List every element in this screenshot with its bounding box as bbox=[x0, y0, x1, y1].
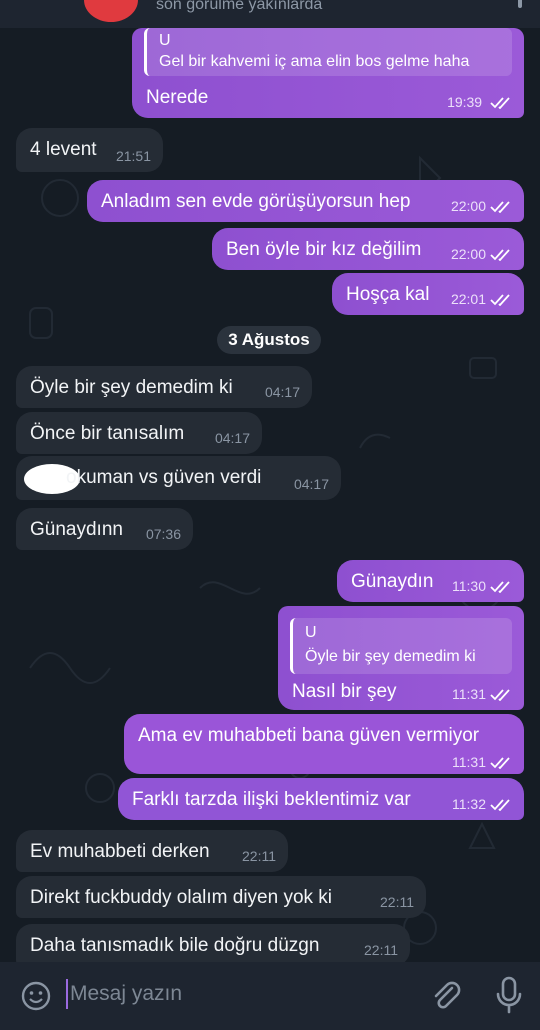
message-meta: 11:32 bbox=[452, 796, 512, 812]
message-time: 04:17 bbox=[214, 430, 250, 446]
message-list[interactable]: U Gel bir kahvemi iç ama elin bos gelme … bbox=[0, 28, 540, 962]
message-text: Direkt fuckbuddy olalım diyen yok ki bbox=[30, 887, 333, 908]
message-meta: 22:00 bbox=[451, 246, 512, 262]
message-text: Önce bir tanısalım bbox=[30, 423, 185, 444]
message-time: 22:11 bbox=[380, 894, 414, 910]
double-check-icon bbox=[490, 97, 510, 110]
double-check-icon bbox=[490, 201, 510, 214]
message-text: Günaydın bbox=[351, 571, 434, 592]
message-bubble[interactable]: 4 levent 21:51 bbox=[16, 128, 163, 172]
message-meta: 22:00 bbox=[451, 198, 512, 214]
last-seen-status: son görülme yakınlarda bbox=[156, 0, 323, 13]
message-time: 22:11 bbox=[242, 848, 276, 864]
message-time: 07:36 bbox=[145, 526, 181, 542]
message-text: Daha tanısmadık bile doğru düzgn bbox=[30, 935, 320, 956]
message-text: Nasıl bir şey bbox=[292, 681, 397, 702]
paperclip-icon[interactable] bbox=[428, 978, 464, 1014]
message-text: Günaydınn bbox=[30, 519, 123, 540]
reply-quote[interactable]: U Öyle bir şey demedim ki bbox=[290, 618, 512, 674]
reply-text: Gel bir kahvemi iç ama elin bos gelme ha… bbox=[159, 53, 470, 70]
message-bubble[interactable]: U Öyle bir şey demedim ki Nasıl bir şey … bbox=[278, 606, 524, 710]
reply-author: U bbox=[305, 624, 317, 641]
message-time: 11:31 bbox=[452, 686, 486, 702]
message-bubble[interactable]: Önce bir tanısalım 04:17 bbox=[16, 412, 262, 454]
double-check-icon bbox=[490, 581, 510, 594]
message-bubble[interactable]: Anladım sen evde görüşüyorsun hep 22:00 bbox=[87, 180, 524, 222]
message-bubble[interactable]: Günaydın 11:30 bbox=[337, 560, 524, 602]
message-time: 21:51 bbox=[115, 148, 151, 164]
message-bubble[interactable]: Farklı tarzda ilişki beklentimiz var 11:… bbox=[118, 778, 524, 820]
message-text: Anladım sen evde görüşüyorsun hep bbox=[101, 191, 411, 212]
message-text: Ben öyle bir kız değilim bbox=[226, 239, 422, 260]
chat-header[interactable]: son görülme yakınlarda bbox=[0, 0, 540, 28]
double-check-icon bbox=[490, 799, 510, 812]
double-check-icon bbox=[490, 689, 510, 702]
message-bubble[interactable]: Hoşça kal 22:01 bbox=[332, 273, 524, 315]
message-time: 11:30 bbox=[452, 578, 486, 594]
message-bubble[interactable]: Öyle bir şey demedim ki 04:17 bbox=[16, 366, 312, 408]
double-check-icon bbox=[490, 294, 510, 307]
message-bubble[interactable]: U Gel bir kahvemi iç ama elin bos gelme … bbox=[132, 28, 524, 118]
message-bubble[interactable]: Ama ev muhabbeti bana güven vermiyor 11:… bbox=[124, 714, 524, 774]
reply-author: U bbox=[159, 32, 171, 49]
message-meta: 11:31 bbox=[452, 686, 512, 702]
message-time: 19:39 bbox=[447, 94, 483, 110]
message-bubble[interactable]: Ev muhabbeti derken 22:11 bbox=[16, 830, 288, 872]
message-time: 04:17 bbox=[264, 384, 300, 400]
message-bubble[interactable]: Günaydınn 07:36 bbox=[16, 508, 193, 550]
message-time: 11:32 bbox=[452, 796, 486, 812]
message-text: okuman vs güven verdi bbox=[66, 467, 262, 488]
message-meta: 22:01 bbox=[451, 291, 512, 307]
emoji-icon[interactable] bbox=[20, 980, 52, 1012]
message-text: Hoşça kal bbox=[346, 284, 430, 305]
message-input[interactable]: Mesaj yazın bbox=[70, 982, 182, 1006]
message-bubble[interactable]: Ben öyle bir kız değilim 22:00 bbox=[212, 228, 524, 270]
message-text: Ev muhabbeti derken bbox=[30, 841, 210, 862]
message-input-bar: Mesaj yazın bbox=[0, 962, 540, 1030]
message-meta: 11:30 bbox=[452, 578, 512, 594]
message-time: 22:00 bbox=[450, 198, 486, 214]
message-time: 22:01 bbox=[450, 291, 486, 307]
microphone-icon[interactable] bbox=[494, 976, 524, 1014]
message-meta: 11:31 bbox=[452, 754, 512, 770]
reply-quote[interactable]: U Gel bir kahvemi iç ama elin bos gelme … bbox=[144, 28, 512, 76]
text-cursor bbox=[66, 979, 68, 1009]
avatar[interactable] bbox=[84, 0, 138, 22]
message-bubble[interactable]: okuman vs güven verdi 04:17 bbox=[16, 456, 341, 500]
message-time: 11:31 bbox=[452, 754, 486, 770]
message-time: 22:00 bbox=[450, 246, 486, 262]
message-meta: 19:39 bbox=[447, 94, 512, 110]
menu-icon[interactable] bbox=[518, 0, 522, 8]
double-check-icon bbox=[490, 757, 510, 770]
reply-text: Öyle bir şey demedim ki bbox=[305, 648, 476, 665]
double-check-icon bbox=[490, 249, 510, 262]
message-text: Nerede bbox=[146, 87, 209, 108]
message-text: 4 levent bbox=[30, 139, 97, 160]
date-separator: 3 Ağustos bbox=[217, 326, 321, 354]
message-text: Farklı tarzda ilişki beklentimiz var bbox=[132, 789, 411, 810]
message-bubble[interactable]: Daha tanısmadık bile doğru düzgn 22:11 bbox=[16, 924, 410, 962]
message-time: 04:17 bbox=[293, 476, 329, 492]
message-bubble[interactable]: Direkt fuckbuddy olalım diyen yok ki 22:… bbox=[16, 876, 426, 918]
message-text: Ama ev muhabbeti bana güven vermiyor bbox=[138, 725, 480, 746]
message-text: Öyle bir şey demedim ki bbox=[30, 377, 233, 398]
message-time: 22:11 bbox=[364, 942, 398, 958]
